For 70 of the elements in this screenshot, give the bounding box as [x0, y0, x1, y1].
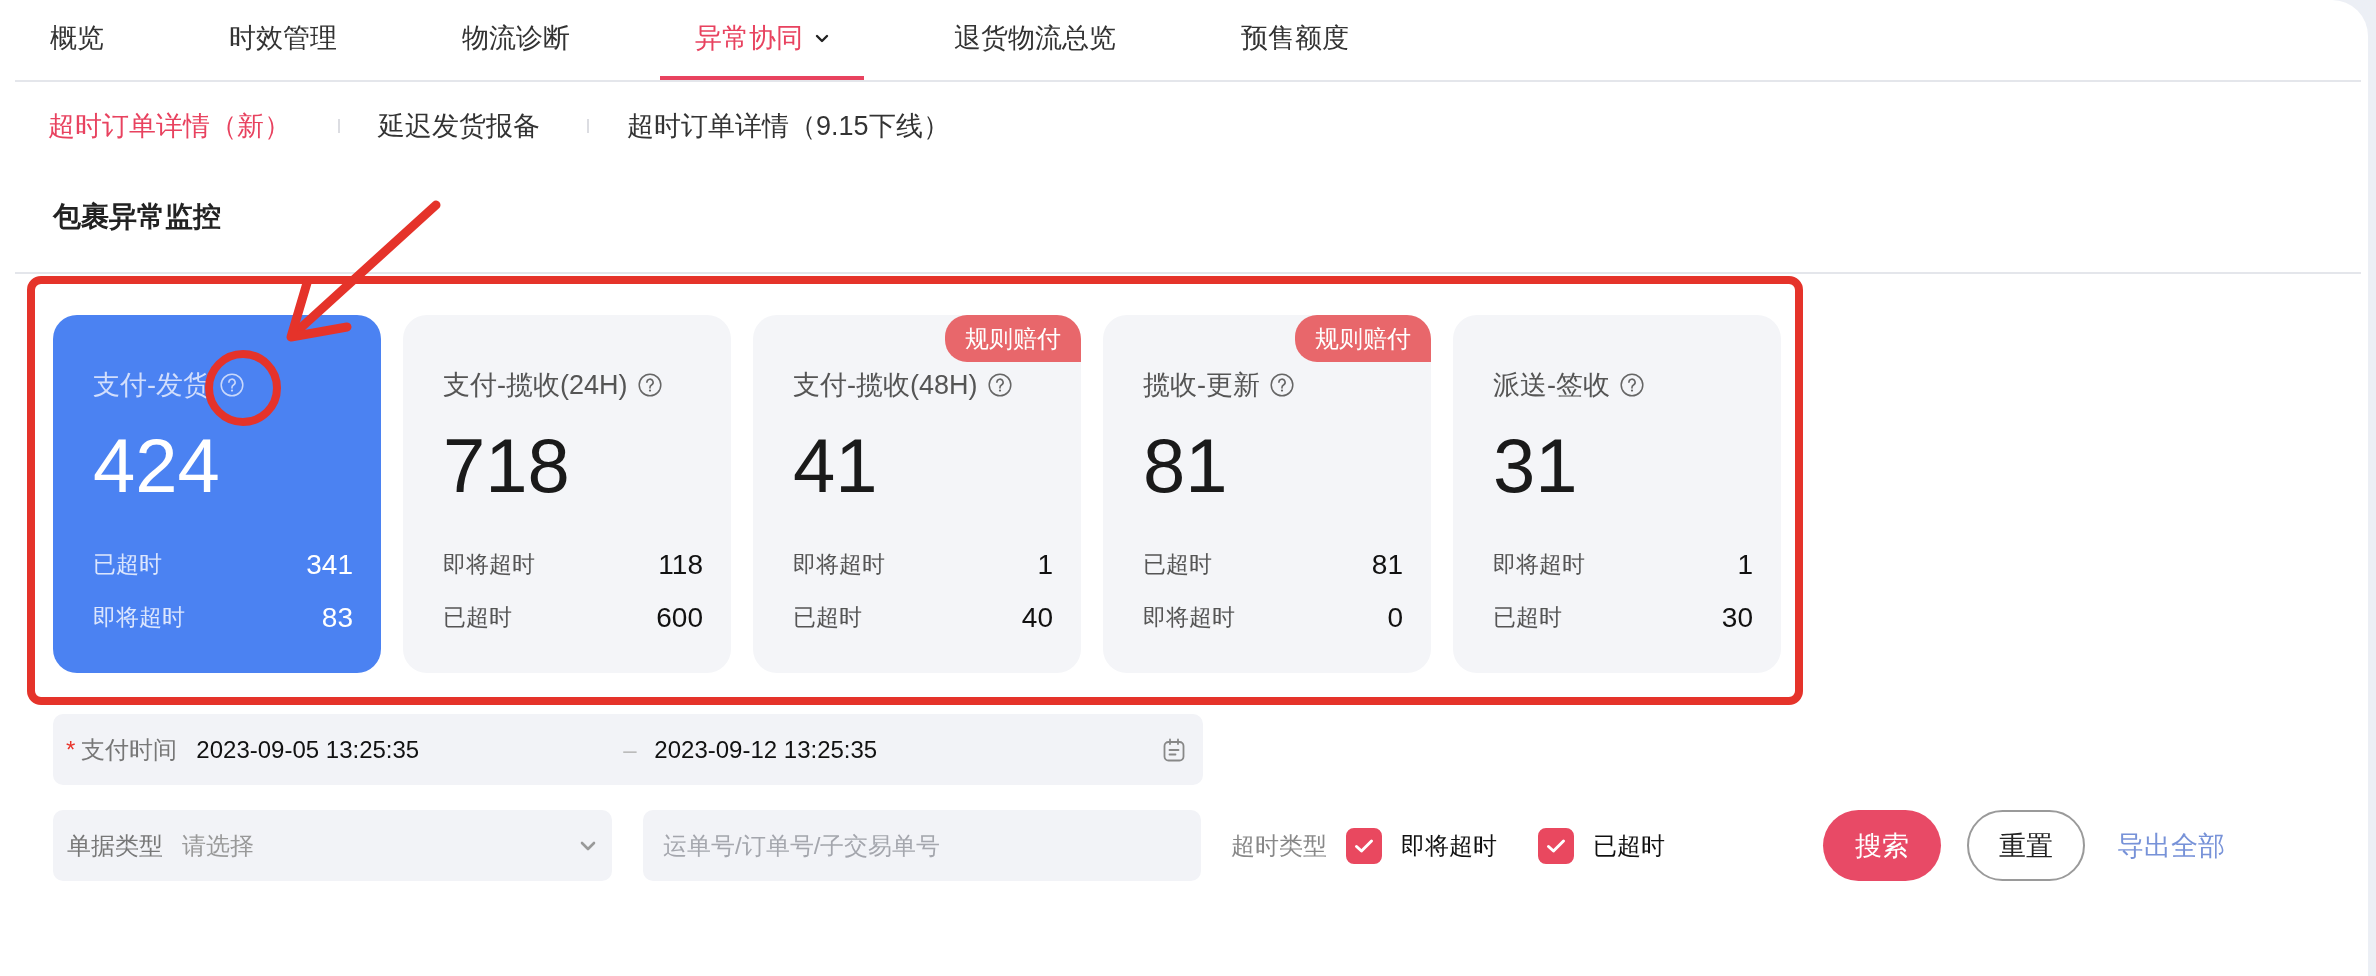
stat-value: 118 [658, 548, 703, 581]
doc-type-select[interactable]: 单据类型 请选择 [53, 810, 612, 881]
stat-card[interactable]: 派送-签收 31 即将超时 1 已超时 30 [1453, 315, 1781, 673]
stat-total: 41 [793, 422, 878, 510]
stat-value: 81 [1371, 548, 1403, 581]
field-label: 单据类型 [67, 830, 163, 861]
stat-total: 718 [443, 422, 570, 510]
select-placeholder: 请选择 [182, 831, 254, 859]
stat-label: 即将超时 [1493, 550, 1585, 579]
nav-tab[interactable]: 异常协同 [660, 0, 864, 80]
stat-label: 即将超时 [793, 550, 885, 579]
check-icon [1354, 837, 1374, 854]
help-icon[interactable] [637, 373, 662, 397]
checkbox[interactable] [1538, 827, 1574, 864]
start-date: 2023-09-05 13:25:35 [196, 735, 420, 763]
range-separator: – [623, 735, 637, 763]
check-icon [1546, 837, 1566, 854]
date-range-field[interactable]: * 支付时间 2023-09-05 13:25:35 – 2023-09-12 13:25:35 [53, 714, 1203, 785]
stat-total: 31 [1493, 422, 1578, 510]
checkbox-label[interactable]: 即将超时 [1401, 829, 1497, 862]
reset-button[interactable]: 重置 [1967, 810, 2085, 881]
stat-value: 40 [1021, 601, 1053, 634]
stat-value: 30 [1721, 601, 1753, 634]
stat-value: 1 [1037, 548, 1053, 581]
card-title: 支付-揽收(24H) [443, 369, 628, 402]
search-button[interactable]: 搜索 [1823, 810, 1941, 881]
calendar-icon [1163, 737, 1185, 762]
help-icon[interactable] [1270, 373, 1294, 397]
corner-badge: 规则赔付 [945, 315, 1081, 362]
card-title: 揽收-更新 [1143, 369, 1260, 402]
section-title: 包裹异常监控 [53, 200, 221, 234]
stat-label: 已超时 [793, 603, 862, 632]
stat-label: 已超时 [1143, 550, 1212, 579]
nav-tab[interactable]: 预售额度 [1206, 0, 1384, 80]
card-title: 派送-签收 [1493, 369, 1610, 402]
end-date: 2023-09-12 13:25:35 [654, 735, 878, 763]
required-mark: * [66, 735, 76, 764]
stat-value: 341 [306, 548, 353, 581]
stat-label: 已超时 [93, 550, 162, 579]
stat-value: 600 [656, 601, 703, 634]
card-title: 支付-揽收(48H) [793, 369, 978, 402]
chevron-down-icon [580, 840, 596, 851]
checkbox-label[interactable]: 已超时 [1593, 829, 1665, 862]
sub-tab[interactable]: 延迟发货报备 [378, 108, 540, 144]
field-label: 支付时间 [81, 734, 178, 765]
stat-total: 81 [1143, 422, 1228, 510]
nav-tab[interactable]: 时效管理 [194, 0, 372, 80]
stat-label: 已超时 [1493, 603, 1562, 632]
stat-label: 已超时 [443, 603, 512, 632]
help-icon[interactable] [987, 373, 1012, 397]
stat-value: 0 [1387, 601, 1403, 634]
sub-tab[interactable]: 超时订单详情（新） [48, 108, 291, 144]
stat-value: 83 [321, 601, 353, 634]
stat-total: 424 [93, 422, 220, 510]
help-icon[interactable] [1620, 373, 1644, 397]
sub-tab[interactable]: 超时订单详情（9.15下线） [627, 108, 950, 144]
checkbox[interactable] [1346, 827, 1382, 864]
nav-tab[interactable]: 概览 [15, 0, 139, 80]
nav-tab[interactable]: 物流诊断 [427, 0, 605, 80]
stat-card[interactable]: 支付-揽收(24H) 718 即将超时 118 已超时 600 [403, 315, 731, 673]
order-search-field[interactable]: 运单号/订单号/子交易单号 [643, 810, 1201, 881]
corner-badge: 规则赔付 [1295, 315, 1431, 362]
field-label: 超时类型 [1231, 830, 1327, 861]
stat-label: 即将超时 [1143, 603, 1235, 632]
stat-card[interactable]: 规则赔付 揽收-更新 81 已超时 81 即将超时 0 [1103, 315, 1431, 673]
stat-value: 1 [1737, 548, 1753, 581]
stat-label: 即将超时 [443, 550, 535, 579]
nav-tab[interactable]: 退货物流总览 [919, 0, 1151, 80]
stat-label: 即将超时 [93, 603, 185, 632]
stat-card[interactable]: 规则赔付 支付-揽收(48H) 41 即将超时 1 已超时 40 [753, 315, 1081, 673]
